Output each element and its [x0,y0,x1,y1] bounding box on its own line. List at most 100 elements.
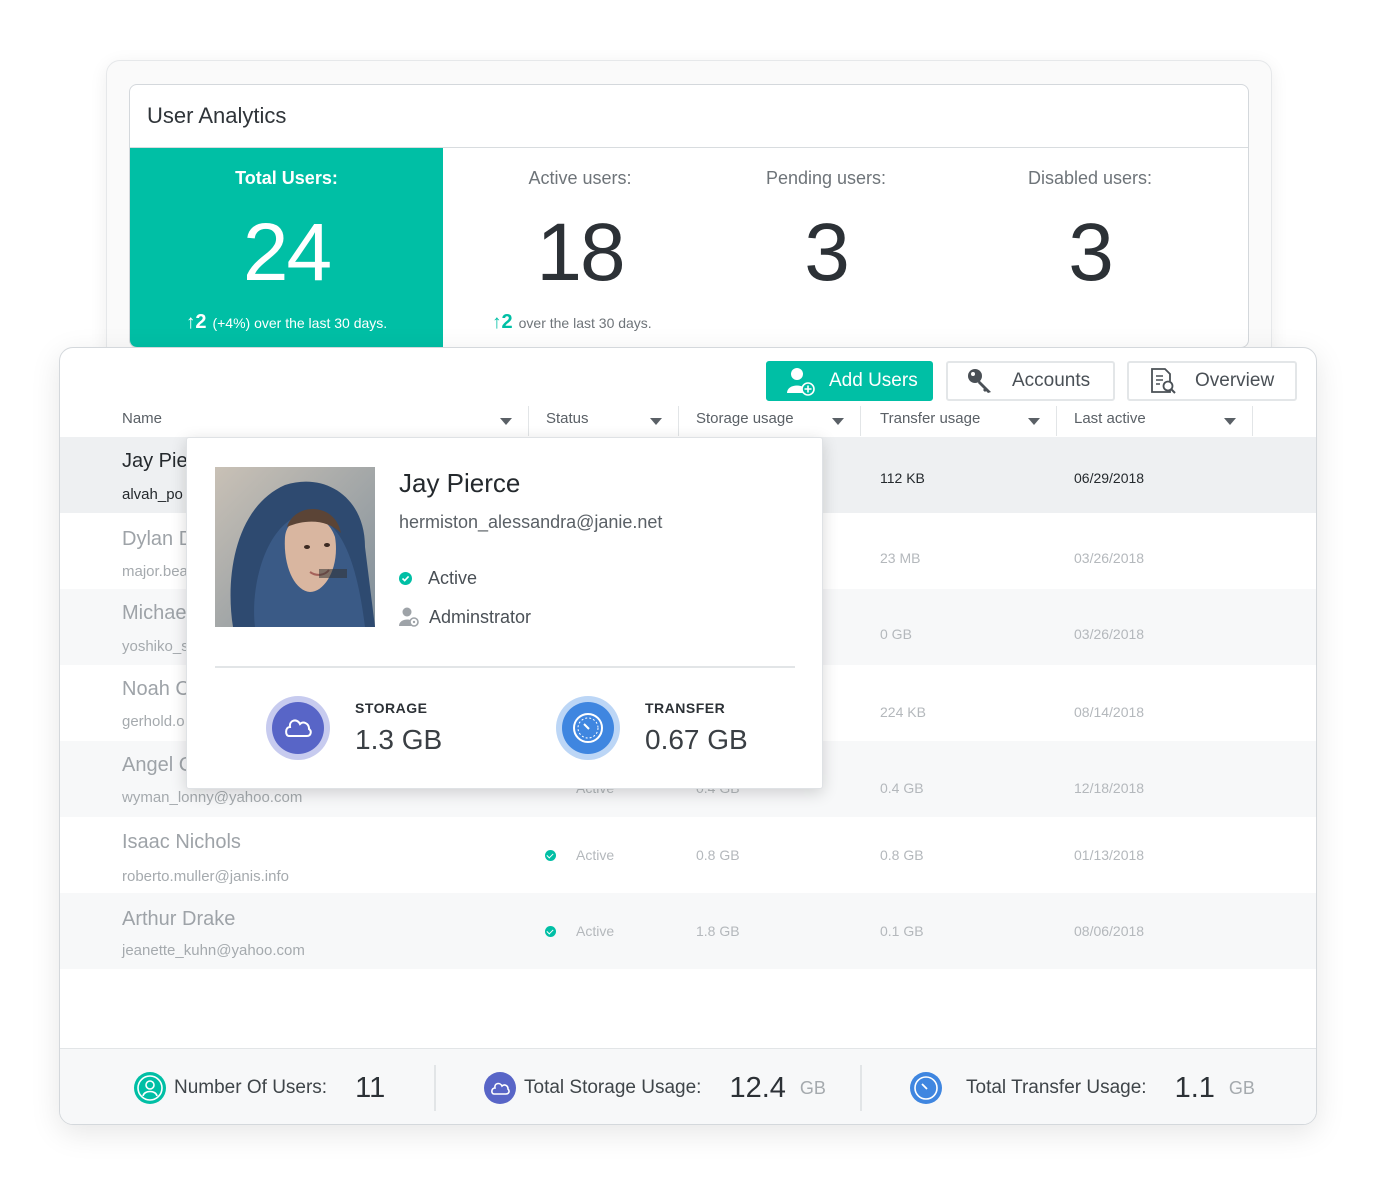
popover-status-label: Active [428,568,478,588]
pending-users-label: Pending users: [765,168,887,188]
row-transfer: 23 MB [880,550,921,566]
table-row[interactable]: Arthur Drake jeanette_kuhn@yahoo.com Act… [60,893,1316,969]
column-transfer-label: Transfer usage [880,410,981,427]
row-name: Isaac Nichols [122,831,241,853]
accounts-button[interactable]: Accounts [946,361,1115,401]
column-storage-label: Storage usage [696,410,794,427]
total-storage-summary: Total Storage Usage: 12.4 GB [484,1049,826,1124]
storage-metric-label: STORAGE [355,700,428,716]
row-last-active: 03/26/2018 [1074,626,1145,642]
popover-user-email: hermiston_alessandra@janie.net [399,512,663,532]
row-last-active: 08/14/2018 [1074,704,1145,720]
active-users-label: Active users: [528,168,632,188]
column-divider [1252,406,1253,436]
total-users-delta: ↑2 (+4%) over the last 30 days. [130,311,443,334]
row-email: roberto.muller@janis.info [122,868,289,885]
column-divider [528,406,529,436]
total-transfer-value: 1.1 [1174,1071,1215,1104]
total-users-label: Total Users: [235,168,338,188]
storage-cloud-icon [266,696,330,760]
overview-label: Overview [1195,370,1275,391]
transfer-gauge-icon [556,696,620,760]
transfer-metric-label: TRANSFER [645,700,726,716]
column-divider [1056,406,1057,436]
row-name: Noah C [122,678,190,700]
key-icon [966,367,994,395]
row-email: alvah_po [122,486,183,503]
row-status: Active [576,847,615,863]
chevron-down-icon[interactable] [832,418,844,425]
row-name: Angel C [122,754,194,776]
total-storage-unit: GB [799,1077,826,1098]
row-transfer: 0 GB [880,626,912,642]
overview-button[interactable]: Overview [1127,361,1297,401]
total-users-value: 24 [242,207,332,298]
chevron-down-icon[interactable] [1224,418,1236,425]
row-storage: 0.8 GB [696,847,740,863]
user-detail-popover: Jay Pierce hermiston_alessandra@janie.ne… [186,437,823,789]
chevron-down-icon[interactable] [1028,418,1040,425]
disabled-users-label: Disabled users: [1027,168,1153,188]
active-delta-value: 2 [501,311,513,333]
column-name[interactable]: Name [122,410,512,436]
active-users-delta: ↑2 over the last 30 days. [492,311,652,334]
row-last-active: 12/18/2018 [1074,780,1145,796]
row-email: major.bea [122,563,188,580]
column-last-active[interactable]: Last active [1074,410,1254,436]
disabled-users-stat: Disabled users: 3 [990,148,1190,347]
row-email: gerhold.o [122,713,185,730]
row-status: Active [576,923,615,939]
disabled-users-value: 3 [1068,207,1114,298]
number-of-users-summary: Number Of Users: 11 [134,1049,386,1124]
storage-metric-value: 1.3 GB [355,724,443,755]
number-of-users-label: Number Of Users: [174,1077,328,1098]
arrow-up-icon: ↑ [492,312,502,333]
footer-divider [860,1065,862,1111]
row-email: wyman_lonny@yahoo.com [122,789,303,806]
user-analytics-panel: User Analytics Total Users: 24 ↑2 (+4%) o… [129,84,1249,348]
chevron-down-icon[interactable] [500,418,512,425]
gauge-icon [910,1072,942,1104]
popover-divider [215,666,795,668]
column-status[interactable]: Status [546,410,666,436]
active-users-value: 18 [536,207,625,298]
row-last-active: 08/06/2018 [1074,923,1145,939]
status-active-icon [545,926,556,937]
popover-role: Adminstrator [399,606,531,628]
column-divider [678,406,679,436]
column-transfer[interactable]: Transfer usage [880,410,1050,436]
total-transfer-unit: GB [1228,1077,1255,1098]
column-last-active-label: Last active [1074,410,1146,427]
column-divider [860,406,861,436]
row-last-active: 03/26/2018 [1074,550,1145,566]
document-search-icon [1149,367,1177,395]
panel-title: User Analytics [130,85,1248,148]
column-name-label: Name [122,410,163,427]
add-users-button[interactable]: Add Users [766,361,933,401]
row-name: Michae [122,602,187,624]
row-name: Dylan D [122,528,194,550]
total-storage-value: 12.4 [729,1071,786,1104]
total-users-stat: Total Users: 24 ↑2 (+4%) over the last 30… [130,148,443,347]
admin-user-icon [399,606,419,628]
user-icon [134,1072,166,1104]
transfer-metric-value: 0.67 GB [645,724,748,755]
total-delta-value: 2 [195,311,207,333]
pending-users-value: 3 [804,207,850,298]
total-transfer-summary: Total Transfer Usage: 1.1 GB [910,1049,1255,1124]
arrow-up-icon: ↑ [185,312,196,333]
table-row[interactable]: Isaac Nichols roberto.muller@janis.info … [60,817,1316,893]
add-user-icon [785,366,815,396]
popover-role-label: Adminstrator [429,606,532,627]
number-of-users-value: 11 [355,1071,386,1104]
row-storage: 1.8 GB [696,923,740,939]
cloud-icon [484,1072,516,1104]
column-storage[interactable]: Storage usage [696,410,846,436]
row-name: Jay Pie [122,450,188,472]
chevron-down-icon[interactable] [650,418,662,425]
row-last-active: 06/29/2018 [1074,470,1145,486]
accounts-label: Accounts [1012,370,1091,391]
active-delta-text: over the last 30 days. [518,315,652,331]
footer-divider [434,1065,436,1111]
row-transfer: 0.1 GB [880,923,924,939]
